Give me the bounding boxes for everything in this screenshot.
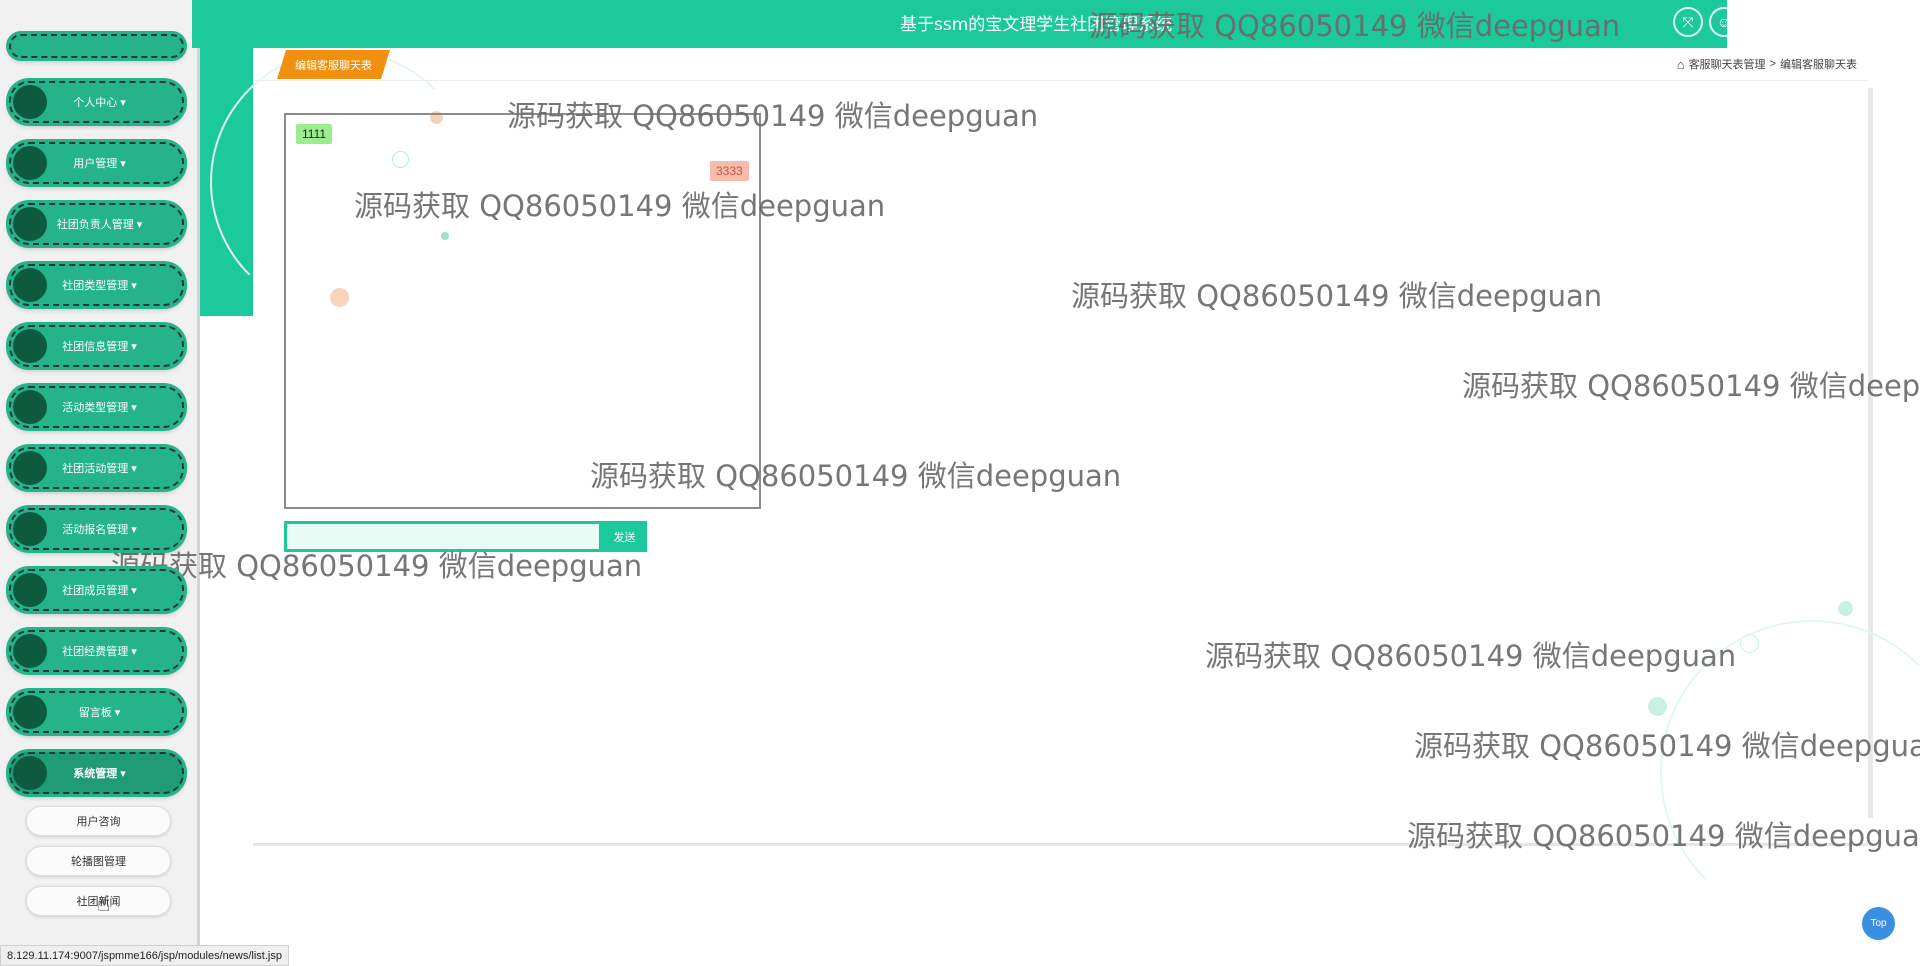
sidebar-item-label: 活动类型管理 ▾ (62, 402, 137, 414)
decor-circle (1838, 601, 1853, 616)
user-icon[interactable]: ☺ (1709, 7, 1739, 37)
watermark: 源码获取 QQ86050149 微信deepguan (590, 459, 1122, 493)
sidebar-item[interactable]: 活动报名管理 ▾ (9, 508, 184, 550)
page-tag: 编辑客服聊天表 (277, 50, 390, 79)
sidebar-item-label: 社团成员管理 ▾ (62, 585, 137, 597)
sidebar-item-dot-icon (13, 329, 47, 363)
sidebar-item-dot-icon (13, 695, 47, 729)
sidebar-item-dot-icon (13, 268, 47, 302)
status-url: 8.129.11.174:9007/jspmme166/jsp/modules/… (0, 945, 289, 966)
breadcrumb-separator: > (1769, 58, 1776, 70)
sidebar-item[interactable]: 活动类型管理 ▾ (9, 386, 184, 428)
sidebar-item[interactable]: 社团成员管理 ▾ (9, 569, 184, 611)
sidebar-item-dot-icon (13, 451, 47, 485)
sidebar-item-dot-icon (13, 756, 47, 790)
home-icon[interactable]: ⌂ (1677, 57, 1685, 72)
sidebar-item-dot-icon (13, 390, 47, 424)
breadcrumb-item[interactable]: 客服聊天表管理 (1689, 56, 1766, 72)
sidebar-item-label: 社团活动管理 ▾ (62, 463, 137, 475)
watermark: 源码获取 QQ86050149 微信deepguan (1407, 819, 1920, 853)
watermark: 源码获取 QQ86050149 微信deepguan (354, 189, 886, 223)
watermark: 源码获取 QQ86050149 微信deepguan (1414, 729, 1920, 763)
chat-message-left: 1111 (296, 124, 333, 144)
sidebar-item-label: 活动报名管理 ▾ (62, 524, 137, 536)
sidebar-item[interactable]: 社团活动管理 ▾ (9, 447, 184, 489)
sidebar-item[interactable]: 社团类型管理 ▾ (9, 264, 184, 306)
sidebar-item-label: 社团类型管理 ▾ (62, 280, 137, 292)
watermark: 源码获取 QQ86050149 微信deepguan (1462, 369, 1920, 403)
sidebar-subitem[interactable]: 轮播图管理 (26, 846, 171, 876)
breadcrumb-current: 编辑客服聊天表 (1780, 59, 1857, 71)
chat-message-box (284, 113, 761, 509)
sidebar-item[interactable]: 用户管理 ▾ (9, 142, 184, 184)
sidebar-item-label: 系统管理 ▾ (73, 768, 126, 780)
sidebar-item[interactable]: 系统管理 ▾ (9, 752, 184, 794)
sidebar-item[interactable]: 留言板 ▾ (9, 691, 184, 733)
watermark: 源码获取 QQ86050149 微信deepguan (1071, 279, 1603, 313)
watermark: 源码获取 QQ86050149 微信deepguan (507, 99, 1039, 133)
sidebar-item-dot-icon (13, 85, 47, 119)
sidebar-item-dot-icon (13, 573, 47, 607)
back-to-top-button[interactable]: Top (1862, 907, 1895, 940)
sidebar-item[interactable]: 社团负责人管理 ▾ (9, 203, 184, 245)
sidebar-item-partial[interactable] (9, 34, 184, 58)
sidebar-item-dot-icon (13, 207, 47, 241)
sidebar-item-dot-icon (13, 512, 47, 546)
chat-message-right: 3333 (710, 161, 749, 181)
sidebar-item-label: 留言板 ▾ (78, 707, 121, 719)
sidebar-item[interactable]: 个人中心 ▾ (9, 81, 184, 123)
sidebar-item-dot-icon (13, 146, 47, 180)
fullscreen-icon[interactable]: ⤧ (1673, 7, 1703, 37)
watermark: 源码获取 QQ86050149 微信deepguan (111, 549, 643, 583)
hand-cursor-icon: ☝ (97, 891, 111, 916)
sidebar-item-label: 个人中心 ▾ (73, 97, 126, 109)
sidebar-item[interactable]: 社团信息管理 ▾ (9, 325, 184, 367)
watermark: 源码获取 QQ86050149 微信deepguan (1089, 9, 1621, 43)
watermark: 源码获取 QQ86050149 微信deepguan (1205, 639, 1737, 673)
divider (253, 80, 1868, 81)
sidebar-item-dot-icon (13, 634, 47, 668)
decor-circle (1648, 697, 1667, 716)
sidebar-item-label: 社团经费管理 ▾ (62, 646, 137, 658)
sidebar-item-label: 社团信息管理 ▾ (62, 341, 137, 353)
sidebar-item-label: 社团负责人管理 ▾ (56, 219, 143, 231)
sidebar-subitem[interactable]: 用户咨询 (26, 806, 171, 836)
breadcrumb: ⌂ 客服聊天表管理 > 编辑客服聊天表 (1677, 56, 1857, 72)
sidebar-item[interactable]: 社团经费管理 ▾ (9, 630, 184, 672)
sidebar-item-label: 用户管理 ▾ (73, 158, 126, 170)
